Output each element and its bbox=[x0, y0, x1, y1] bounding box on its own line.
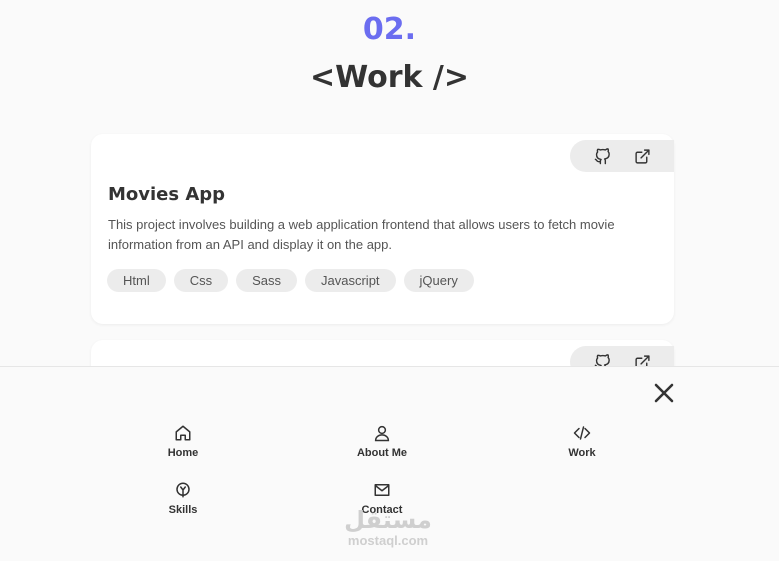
tech-tag: Sass bbox=[236, 269, 298, 292]
tech-tag: Javascript bbox=[305, 269, 396, 292]
home-icon bbox=[175, 425, 191, 441]
project-title: Movies App bbox=[108, 184, 226, 205]
project-card: Movies App This project involves buildin… bbox=[91, 134, 674, 324]
skills-icon bbox=[176, 482, 190, 498]
section-number: 02. bbox=[362, 12, 417, 47]
nav-label: About Me bbox=[356, 447, 408, 459]
tech-tag: Css bbox=[173, 269, 229, 292]
tech-tags: Html Css Sass Javascript jQuery bbox=[107, 269, 474, 292]
section-title: <Work /> bbox=[309, 60, 470, 95]
card-actions bbox=[570, 140, 674, 172]
project-description: This project involves building a web app… bbox=[108, 217, 615, 252]
tech-tag: jQuery bbox=[403, 269, 474, 292]
nav-item-skills[interactable]: Skills bbox=[123, 481, 243, 516]
nav-label: Skills bbox=[168, 504, 198, 516]
github-icon[interactable] bbox=[592, 146, 612, 166]
nav-item-work[interactable]: Work bbox=[522, 424, 642, 459]
nav-overlay-menu: Home About Me Work Skills Contact مستقل … bbox=[0, 366, 779, 561]
mail-icon bbox=[374, 484, 390, 496]
user-icon bbox=[374, 425, 390, 442]
tech-tag: Html bbox=[107, 269, 166, 292]
code-icon bbox=[573, 426, 591, 440]
close-icon[interactable] bbox=[652, 381, 676, 405]
nav-item-home[interactable]: Home bbox=[123, 424, 243, 459]
nav-label: Home bbox=[167, 447, 199, 459]
external-link-icon[interactable] bbox=[632, 146, 652, 166]
nav-item-about[interactable]: About Me bbox=[322, 424, 442, 459]
nav-label: Work bbox=[568, 447, 596, 459]
watermark-latin: mostaql.com bbox=[347, 533, 429, 548]
nav-item-contact[interactable]: Contact bbox=[322, 481, 442, 516]
section-header: 02. <Work /> bbox=[0, 10, 779, 98]
nav-label: Contact bbox=[361, 504, 403, 516]
